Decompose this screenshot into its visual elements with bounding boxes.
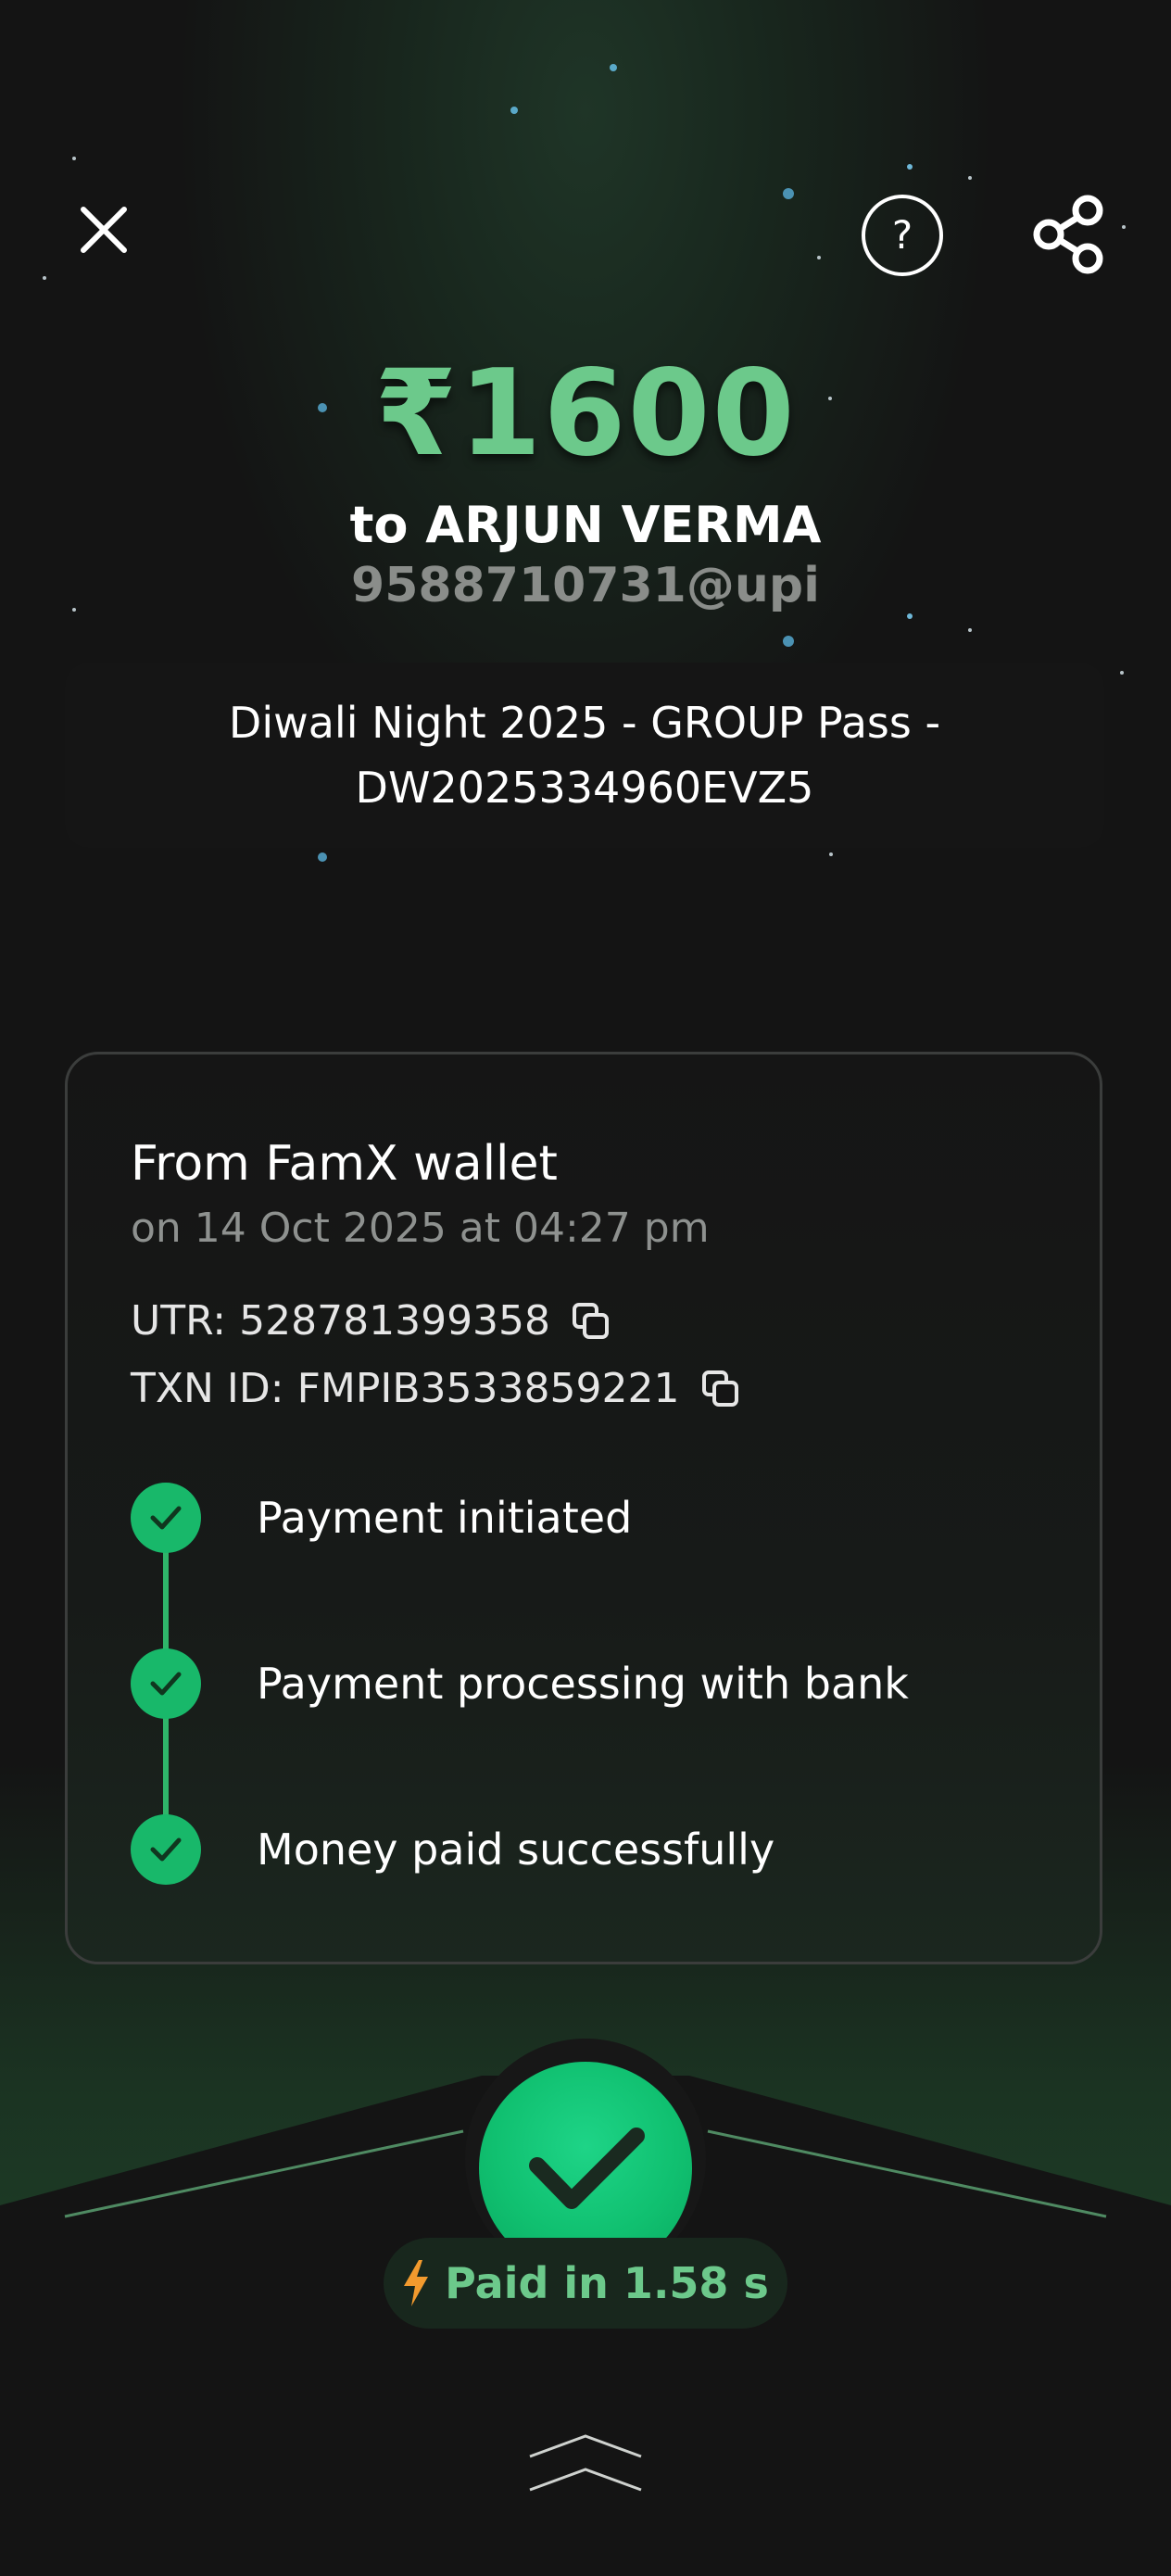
utr-row: UTR: 528781399358 xyxy=(131,1297,611,1345)
check-icon xyxy=(529,2128,645,2209)
help-circle-icon: ? xyxy=(862,195,943,276)
txn-id-text: TXN ID: FMPIB3533859221 xyxy=(131,1365,680,1412)
expand-up-chevron-icon[interactable] xyxy=(521,2423,650,2497)
payment-source: From FamX wallet xyxy=(131,1136,558,1192)
share-button[interactable] xyxy=(1032,195,1106,274)
timeline-step: Payment initiated xyxy=(131,1483,632,1553)
payment-datetime: on 14 Oct 2025 at 04:27 pm xyxy=(131,1205,710,1252)
lightning-icon xyxy=(402,2260,430,2306)
payment-amount: ₹1600 xyxy=(374,345,797,483)
utr-text: UTR: 528781399358 xyxy=(131,1297,551,1345)
copy-txn-id-button[interactable] xyxy=(700,1369,741,1409)
check-icon xyxy=(131,1483,201,1553)
payment-note: Diwali Night 2025 - GROUP Pass - DW20253… xyxy=(65,663,1104,848)
timeline-step-label: Payment processing with bank xyxy=(257,1659,909,1709)
close-icon xyxy=(81,207,127,253)
txn-id-row: TXN ID: FMPIB3533859221 xyxy=(131,1365,741,1412)
help-button[interactable]: ? xyxy=(858,191,947,280)
check-icon xyxy=(131,1814,201,1885)
close-button[interactable] xyxy=(74,200,133,259)
paid-time-badge: Paid in 1.58 s xyxy=(384,2238,787,2329)
transaction-details-card: From FamX wallet on 14 Oct 2025 at 04:27… xyxy=(65,1052,1102,1964)
timeline-step: Money paid successfully xyxy=(131,1814,774,1885)
svg-text:?: ? xyxy=(892,212,913,258)
copy-utr-button[interactable] xyxy=(571,1301,611,1342)
copy-icon xyxy=(573,1302,610,1339)
timeline-step-label: Money paid successfully xyxy=(257,1825,775,1875)
paid-time-text: Paid in 1.58 s xyxy=(445,2258,769,2308)
share-icon xyxy=(1033,195,1103,274)
check-icon xyxy=(131,1648,201,1719)
copy-icon xyxy=(701,1370,738,1407)
timeline-step-label: Payment initiated xyxy=(257,1493,633,1543)
payment-note-text: Diwali Night 2025 - GROUP Pass - DW20253… xyxy=(228,698,941,813)
recipient-name: to ARJUN VERMA xyxy=(349,496,822,554)
timeline-step: Payment processing with bank xyxy=(131,1648,909,1719)
recipient-upi-id: 9588710731@upi xyxy=(351,558,820,613)
